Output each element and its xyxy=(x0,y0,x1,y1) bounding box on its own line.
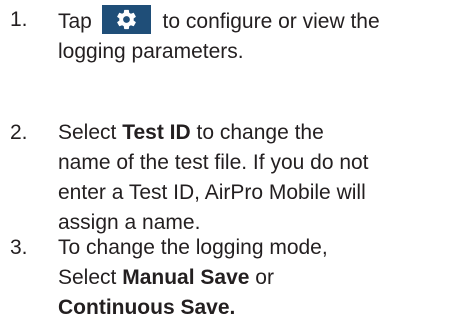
step-3-prefix: Select xyxy=(58,266,123,289)
continuous-save-term: Continuous Save. xyxy=(58,296,236,319)
step-1-line-1: Tap to configure or view the xyxy=(58,5,451,37)
step-3-line-1: To change the logging mode, xyxy=(58,236,328,259)
instructions-document: 1. Tap to configure or view the logging … xyxy=(0,0,455,324)
step-2-line-2: name of the test file. If you do not xyxy=(58,151,369,174)
step-3-line-2: Select Manual Save or xyxy=(58,263,451,293)
step-2-line-1: Select Test ID to change the xyxy=(58,118,451,148)
step-number: 3. xyxy=(10,236,28,259)
step-1-after-icon-text: to configure or view the xyxy=(162,10,380,33)
step-1-line-2: logging parameters. xyxy=(58,40,244,63)
step-1-tap-text: Tap xyxy=(58,10,92,33)
step-number: 1. xyxy=(10,8,28,31)
step-2-suffix: to change the xyxy=(190,121,324,144)
step-3-suffix: or xyxy=(249,266,274,289)
step-text: Tap to configure or view the logging par… xyxy=(58,5,451,67)
step-text: Select Test ID to change the name of the… xyxy=(58,118,451,238)
step-number: 2. xyxy=(10,121,28,144)
step-text: To change the logging mode, Select Manua… xyxy=(58,233,451,323)
gear-icon xyxy=(101,5,151,34)
step-2-prefix: Select xyxy=(58,121,123,144)
test-id-term: Test ID xyxy=(122,121,191,144)
manual-save-term: Manual Save xyxy=(122,266,250,289)
step-2-line-3: enter a Test ID, AirPro Mobile will xyxy=(58,181,366,204)
